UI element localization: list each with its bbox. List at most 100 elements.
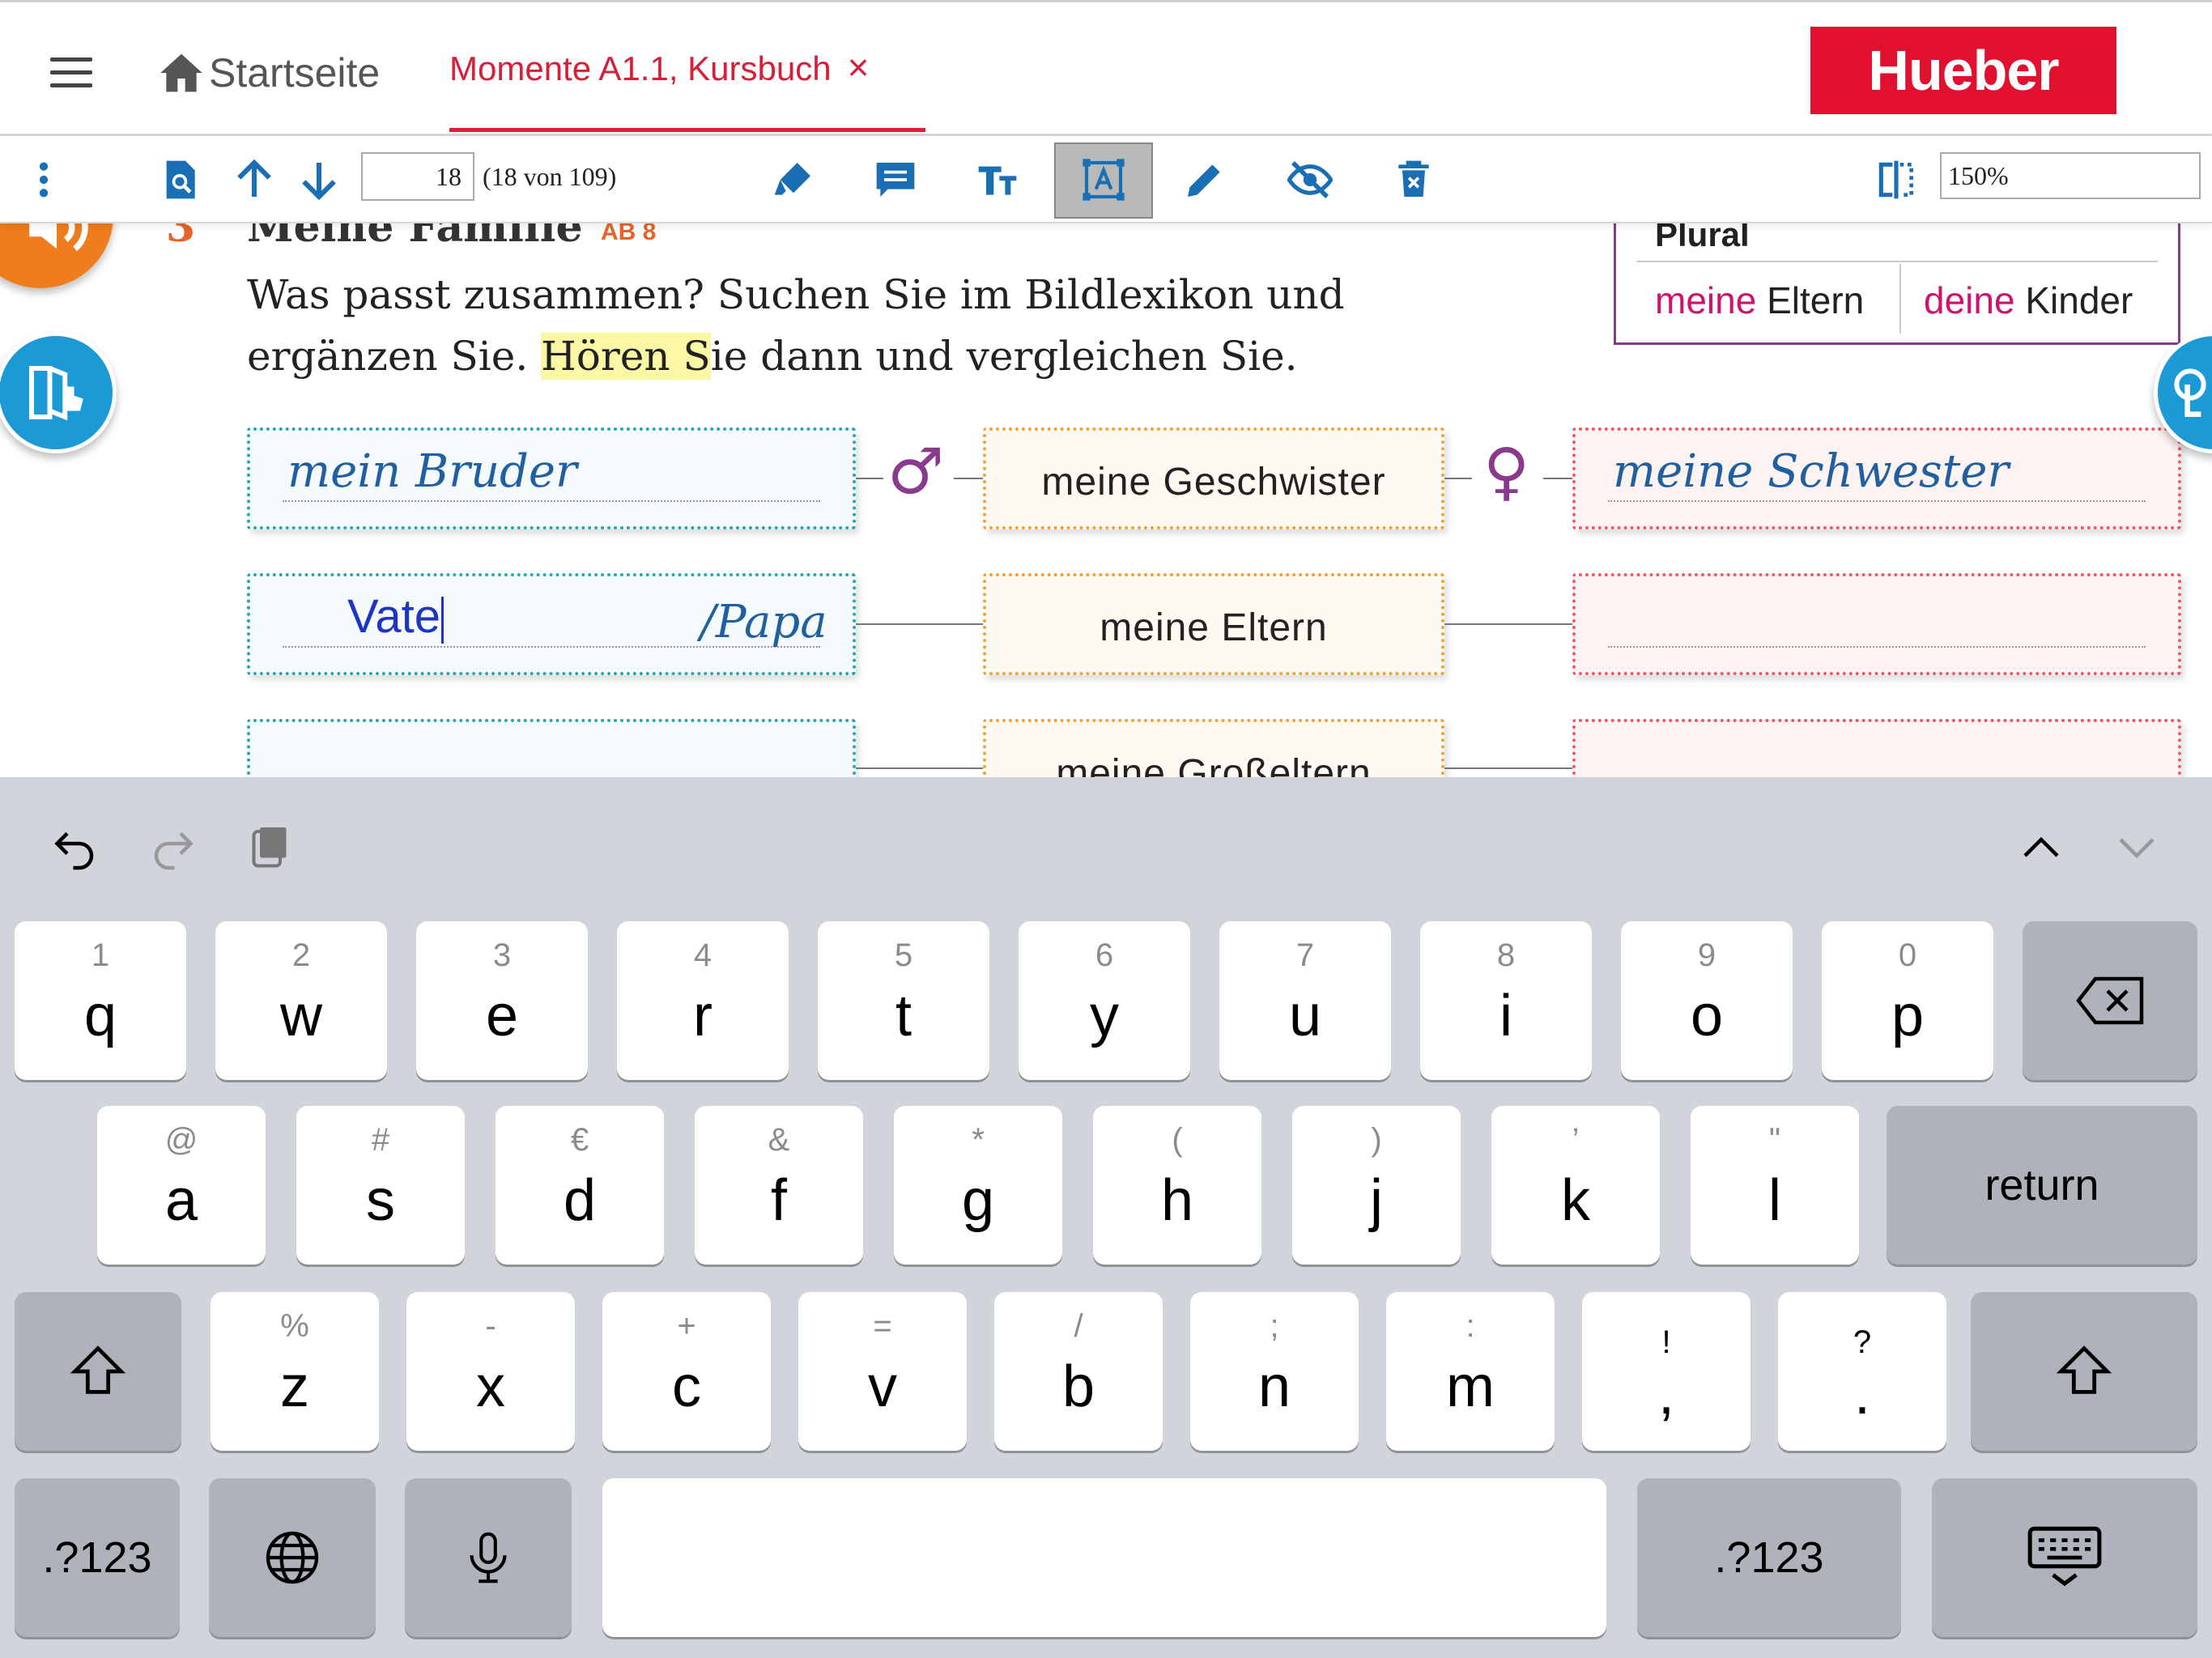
key-y[interactable]: 6y — [1019, 921, 1190, 1080]
space-key[interactable] — [602, 1478, 1606, 1637]
arrow-down-icon[interactable] — [293, 154, 345, 206]
shift-key-right[interactable] — [1971, 1292, 2197, 1451]
key-h[interactable]: (h — [1093, 1106, 1261, 1265]
answer-field-female[interactable] — [1572, 719, 2181, 777]
paste-icon[interactable] — [240, 819, 296, 876]
connector-line — [856, 623, 983, 625]
possessive: meine — [1655, 279, 1757, 321]
backspace-key[interactable] — [2023, 921, 2197, 1080]
key-s[interactable]: # s — [296, 1106, 465, 1265]
key-d[interactable]: € d — [496, 1106, 664, 1265]
key-w[interactable]: 2w — [215, 921, 387, 1080]
key-sub-label: @ — [164, 1122, 198, 1158]
redo-icon[interactable] — [144, 819, 201, 876]
key-a[interactable]: @ a — [97, 1106, 266, 1265]
key-b[interactable]: / b — [994, 1292, 1163, 1451]
typed-text-input[interactable]: Vate — [347, 589, 445, 644]
hide-keyboard-key[interactable] — [1932, 1478, 2197, 1637]
menu-icon[interactable] — [50, 57, 92, 90]
answer-field-male[interactable]: Vate /Papa — [247, 573, 856, 675]
text-size-icon[interactable] — [972, 154, 1023, 206]
hide-icon[interactable] — [1284, 154, 1336, 206]
key-sub-label: - — [485, 1308, 496, 1344]
key-i[interactable]: 8i — [1420, 921, 1592, 1080]
key-label: w — [280, 984, 322, 1048]
key-n[interactable]: ; n — [1190, 1292, 1359, 1451]
highlighted-text[interactable]: Hören S — [541, 333, 711, 380]
arrow-up-icon[interactable] — [228, 154, 280, 206]
key-l[interactable]: " l — [1691, 1106, 1859, 1265]
document-view[interactable]: 3 Meine Familie AB 8 Was passt zusammen?… — [0, 223, 2212, 777]
answer-line — [1608, 646, 2146, 648]
key-sub-label: 9 — [1697, 937, 1716, 973]
key-label: e — [485, 984, 519, 1048]
key-comma[interactable]: !, — [1582, 1292, 1750, 1451]
key-sub-label: + — [677, 1308, 696, 1344]
comment-icon[interactable] — [870, 154, 921, 206]
key-label: t — [895, 984, 912, 1048]
key-c[interactable]: + c — [602, 1292, 771, 1451]
key-sub-label: 8 — [1496, 937, 1516, 973]
connector-line — [1444, 478, 1472, 479]
zoom-input[interactable]: 150% — [1940, 152, 2201, 199]
audio-button[interactable] — [0, 223, 113, 288]
key-label: a — [164, 1168, 198, 1233]
search-page-icon[interactable] — [154, 154, 206, 206]
key-x[interactable]: -x — [406, 1292, 575, 1451]
more-icon[interactable] — [18, 154, 70, 206]
split-view-icon[interactable] — [1870, 154, 1922, 206]
key-q[interactable]: 1q — [15, 921, 186, 1080]
document-tab[interactable]: Momente A1.1, Kursbuch × — [449, 43, 925, 132]
book-touch-icon — [29, 366, 83, 421]
numbers-key-left[interactable]: .?123 — [15, 1478, 180, 1637]
key-sub-label: / — [1074, 1308, 1083, 1344]
key-r[interactable]: 4r — [617, 921, 789, 1080]
key-e[interactable]: 3e — [416, 921, 588, 1080]
page-number-input[interactable]: 18 — [361, 152, 474, 201]
key-f[interactable]: & f — [695, 1106, 863, 1265]
key-sub-label: & — [768, 1122, 790, 1158]
key-o[interactable]: 9o — [1621, 921, 1793, 1080]
key-k[interactable]: ’ k — [1491, 1106, 1660, 1265]
home-label: Startseite — [209, 50, 381, 96]
globe-key[interactable] — [209, 1478, 376, 1637]
home-icon — [160, 53, 202, 92]
key-period[interactable]: ?. — [1778, 1292, 1946, 1451]
numbers-key-right[interactable]: .?123 — [1637, 1478, 1901, 1637]
key-t[interactable]: 5t — [818, 921, 989, 1080]
trash-icon[interactable] — [1388, 154, 1440, 206]
highlighter-icon[interactable] — [768, 154, 819, 206]
answer-field-female[interactable] — [1572, 573, 2181, 675]
globe-icon — [266, 1531, 319, 1584]
key-m[interactable]: :m — [1386, 1292, 1555, 1451]
home-link[interactable]: Startseite — [159, 45, 380, 101]
word-label: meine Geschwister — [1041, 461, 1386, 504]
key-j[interactable]: ) j — [1292, 1106, 1461, 1265]
chevron-up-icon[interactable] — [2013, 819, 2069, 876]
key-u[interactable]: 7u — [1219, 921, 1391, 1080]
close-tab-icon[interactable]: × — [848, 49, 870, 86]
word-box: meine Großeltern — [983, 719, 1444, 777]
undo-icon[interactable] — [47, 819, 104, 876]
pencil-icon[interactable] — [1179, 154, 1231, 206]
answer-field-male[interactable]: mein Bruder — [247, 427, 856, 529]
key-z[interactable]: % z — [211, 1292, 379, 1451]
answer-field-female[interactable]: meine Schwester — [1572, 427, 2181, 529]
answer-line — [283, 500, 820, 502]
return-key[interactable]: return — [1887, 1106, 2197, 1265]
key-v[interactable]: = v — [798, 1292, 967, 1451]
key-label: d — [563, 1168, 597, 1233]
answer-field-male[interactable] — [247, 719, 856, 777]
dictation-key[interactable] — [405, 1478, 572, 1637]
shift-key-left[interactable] — [15, 1292, 181, 1451]
key-sub-label: * — [972, 1122, 985, 1158]
key-label: . — [1853, 1362, 1870, 1426]
key-g[interactable]: * g — [894, 1106, 1062, 1265]
key-label: y — [1090, 984, 1119, 1048]
key-p[interactable]: 0p — [1822, 921, 1993, 1080]
key-label: l — [1768, 1168, 1781, 1233]
keyboard-hide-icon — [2027, 1526, 2102, 1587]
text-box-icon[interactable] — [1078, 154, 1129, 206]
chevron-down-icon[interactable] — [2108, 819, 2165, 876]
book-touch-button[interactable] — [0, 332, 117, 453]
